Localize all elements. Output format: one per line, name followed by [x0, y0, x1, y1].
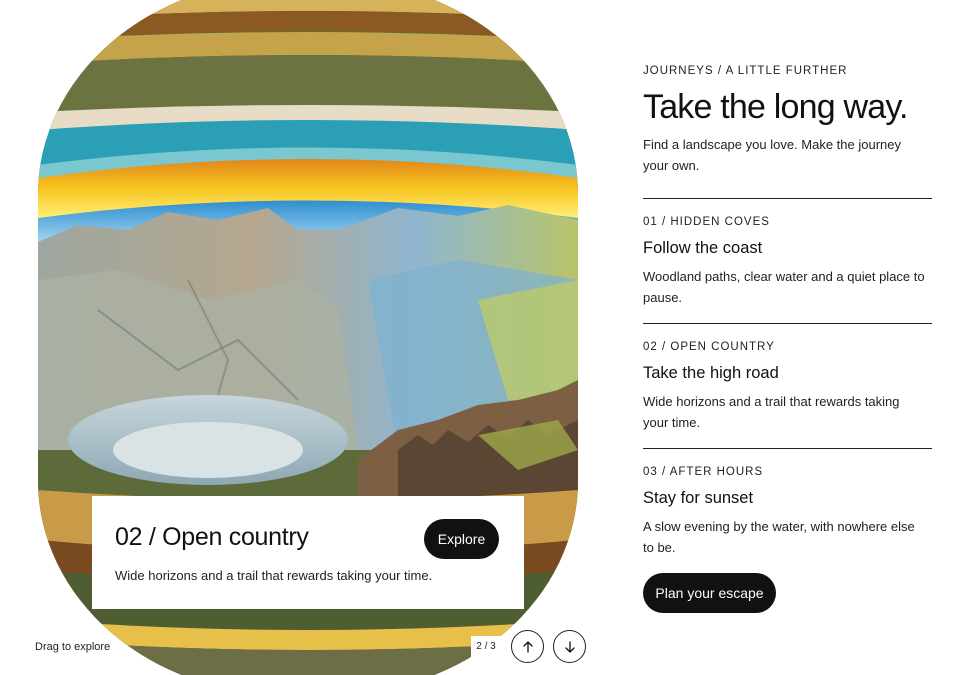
arrow-down-icon: [564, 640, 575, 653]
section-eyebrow: JOURNEYS / A LITTLE FURTHER: [643, 65, 848, 77]
plan-escape-button[interactable]: Plan your escape: [643, 573, 776, 613]
page-title: Take the long way.: [643, 88, 909, 126]
slide-caption-card: 02 / Open country Explore Wide horizons …: [92, 496, 524, 609]
journey-item-description: Wide horizons and a trail that rewards t…: [643, 394, 900, 430]
slide-title: 02 / Open country: [115, 523, 309, 551]
drag-hint: Drag to explore: [29, 636, 117, 657]
journey-item-eyebrow: 01 / HIDDEN COVES: [643, 216, 770, 228]
journey-item-description: Woodland paths, clear water and a quiet …: [643, 269, 925, 305]
next-slide-button[interactable]: [553, 630, 586, 663]
journey-item-description: A slow evening by the water, with nowher…: [643, 519, 915, 555]
previous-slide-button[interactable]: [511, 630, 544, 663]
divider: [643, 198, 932, 199]
journey-item-title[interactable]: Take the high road: [643, 364, 779, 383]
intro-text: Find a landscape you love. Make the jour…: [643, 137, 901, 173]
journey-item-title[interactable]: Stay for sunset: [643, 489, 753, 508]
divider: [643, 323, 932, 324]
journey-item-eyebrow: 02 / OPEN COUNTRY: [643, 341, 775, 353]
slide-description: Wide horizons and a trail that rewards t…: [115, 568, 433, 583]
journey-item-title[interactable]: Follow the coast: [643, 239, 762, 258]
explore-button[interactable]: Explore: [424, 519, 499, 559]
divider: [643, 448, 932, 449]
image-gallery[interactable]: 02 / Open country Explore Wide horizons …: [0, 0, 620, 675]
slide-counter: 2 / 3: [471, 636, 501, 657]
arrow-up-icon: [522, 640, 533, 653]
journey-item-eyebrow: 03 / AFTER HOURS: [643, 466, 764, 478]
